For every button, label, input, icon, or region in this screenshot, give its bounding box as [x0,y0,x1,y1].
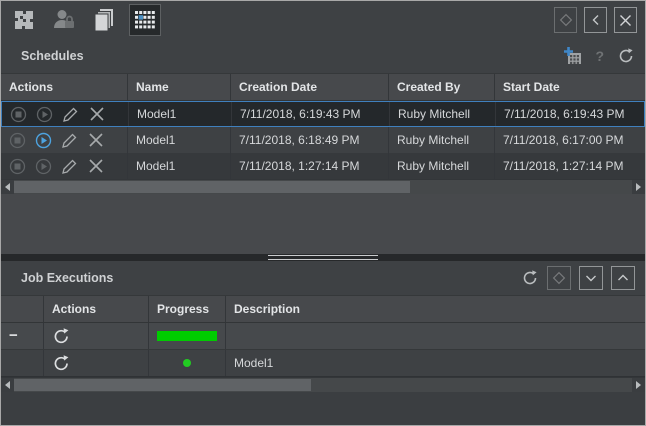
main-toolbar [1,1,645,39]
collapse-row-icon[interactable]: − [9,331,18,341]
job-status-dot [183,359,191,367]
copy-pages-icon[interactable] [89,5,119,35]
edit-pencil-icon[interactable] [61,132,78,149]
job-executions-panel: Job Executions [1,261,645,425]
column-header-created-by[interactable]: Created By [389,74,495,100]
job-row-1[interactable]: − [1,323,645,350]
play-icon[interactable] [36,106,53,123]
scheduler-window: Schedules ? [0,0,646,426]
collapse-panel-button[interactable] [579,266,603,290]
diamond-icon [559,13,573,27]
schedule-name: Model1 [128,127,231,153]
job-executions-header: Job Executions [1,261,645,295]
add-schedule-icon[interactable] [563,46,583,66]
scroll-left-arrow-icon[interactable] [1,180,14,194]
delete-x-icon[interactable] [87,158,104,175]
schedule-row-1[interactable]: Model1 7/11/2018, 6:19:43 PM Ruby Mitche… [1,101,645,127]
diamond-button[interactable] [554,7,577,33]
scroll-right-arrow-icon[interactable] [632,180,645,194]
splitter-grip-icon [268,255,378,260]
back-button[interactable] [584,7,607,33]
rerun-icon[interactable] [52,354,71,373]
column-header-expand[interactable] [1,296,44,322]
schedules-empty-area [1,194,645,254]
job-description [226,323,645,349]
schedule-row-3[interactable]: Model1 7/11/2018, 1:27:14 PM Ruby Mitche… [1,153,645,179]
puzzle-icon[interactable] [9,5,39,35]
column-header-start-date[interactable]: Start Date [495,74,645,100]
user-lock-icon[interactable] [49,5,79,35]
schedule-created-by: Ruby Mitchell [389,127,495,153]
column-header-creation-date[interactable]: Creation Date [231,74,389,100]
help-icon[interactable]: ? [595,48,604,64]
job-row-2[interactable]: Model1 [1,350,645,377]
refresh-icon[interactable] [616,47,635,66]
schedules-hscrollbar [1,179,645,194]
chevron-left-icon [590,14,602,26]
delete-x-icon[interactable] [88,106,105,123]
close-button[interactable] [614,7,637,33]
schedule-creation-date: 7/11/2018, 1:27:14 PM [231,153,389,179]
scroll-right-arrow-icon[interactable] [632,378,645,392]
stop-icon[interactable] [9,158,26,175]
diamond-icon [552,271,566,285]
column-header-actions[interactable]: Actions [1,74,128,100]
schedules-calendar-icon[interactable] [129,4,161,36]
rerun-icon[interactable] [52,327,71,346]
chevron-up-icon [617,272,629,284]
expand-panel-button[interactable] [611,266,635,290]
job-progress-bar [157,331,217,341]
schedules-panel: Schedules ? [1,39,645,254]
job-description: Model1 [226,350,645,376]
panel-splitter[interactable] [1,254,645,261]
play-icon[interactable] [35,132,52,149]
schedule-creation-date: 7/11/2018, 6:19:43 PM [232,102,390,126]
column-header-actions[interactable]: Actions [44,296,149,322]
jobs-empty-area [1,392,645,425]
schedule-start-date: 7/11/2018, 6:17:00 PM [495,127,645,153]
schedules-header: Schedules ? [1,39,645,73]
schedules-hscroll-thumb[interactable] [14,181,410,193]
play-icon[interactable] [35,158,52,175]
column-header-description[interactable]: Description [226,296,645,322]
schedule-created-by: Ruby Mitchell [389,153,495,179]
stop-icon[interactable] [9,132,26,149]
schedule-created-by: Ruby Mitchell [390,102,496,126]
jobs-hscrollbar [1,377,645,392]
chevron-down-icon [585,272,597,284]
delete-x-icon[interactable] [87,132,104,149]
refresh-icon[interactable] [520,269,539,288]
schedules-title: Schedules [21,49,84,63]
edit-pencil-icon[interactable] [61,158,78,175]
stop-icon[interactable] [10,106,27,123]
schedule-row-2[interactable]: Model1 7/11/2018, 6:18:49 PM Ruby Mitche… [1,127,645,153]
jobs-hscroll-track[interactable] [14,378,632,392]
job-executions-title: Job Executions [21,271,113,285]
job-table-header: Actions Progress Description [1,295,645,323]
schedules-hscroll-track[interactable] [14,180,632,194]
column-header-name[interactable]: Name [128,74,231,100]
scroll-left-arrow-icon[interactable] [1,378,14,392]
schedule-start-date: 7/11/2018, 6:19:43 PM [496,102,644,126]
schedule-start-date: 7/11/2018, 1:27:14 PM [495,153,645,179]
diamond-button[interactable] [547,266,571,290]
column-header-progress[interactable]: Progress [149,296,226,322]
jobs-hscroll-thumb[interactable] [14,379,311,391]
schedule-name: Model1 [128,153,231,179]
schedule-creation-date: 7/11/2018, 6:18:49 PM [231,127,389,153]
schedules-table-header: Actions Name Creation Date Created By St… [1,73,645,101]
edit-pencil-icon[interactable] [62,106,79,123]
close-icon [619,14,632,27]
schedule-name: Model1 [129,102,232,126]
